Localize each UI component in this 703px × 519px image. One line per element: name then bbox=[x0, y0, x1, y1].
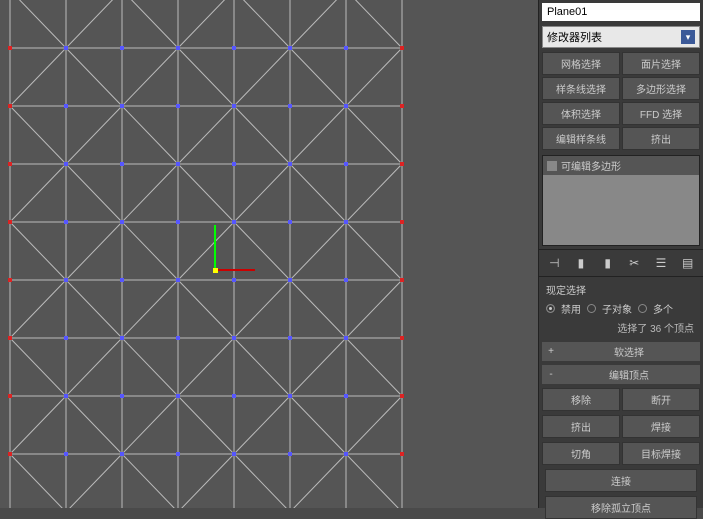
make-unique-icon[interactable]: ▮ bbox=[599, 254, 617, 272]
edit-row-3: 切角 目标焊接 bbox=[539, 440, 703, 467]
selection-info: 选择了 36 个顶点 bbox=[542, 318, 700, 337]
rollout-edit-vertices[interactable]: - 编辑顶点 bbox=[542, 365, 700, 384]
break-button[interactable]: 断开 bbox=[622, 388, 700, 411]
modifier-button-3[interactable]: 多边形选择 bbox=[622, 77, 700, 100]
modifier-button-6[interactable]: 编辑样条线 bbox=[542, 127, 620, 150]
chevron-down-icon: ▾ bbox=[681, 30, 695, 44]
mesh-wireframe bbox=[0, 0, 538, 508]
show-end-result-icon[interactable]: ▮ bbox=[572, 254, 590, 272]
rollout-sign: + bbox=[546, 346, 556, 357]
edit-row-1: 移除 断开 bbox=[539, 386, 703, 413]
modifier-button-grid: 网格选择面片选择样条线选择多边形选择体积选择FFD 选择编辑样条线挤出 bbox=[539, 50, 703, 152]
configure-icon[interactable]: ▤ bbox=[679, 254, 697, 272]
modifier-button-4[interactable]: 体积选择 bbox=[542, 102, 620, 125]
stack-tools-row: ⊣ ▮ ▮ ✂ ☰ ▤ bbox=[539, 249, 703, 277]
remove-button[interactable]: 移除 bbox=[542, 388, 620, 411]
pin-stack-icon[interactable]: ⊣ bbox=[545, 254, 563, 272]
selection-section: 现定选择 禁用 子对象 多个 选择了 36 个顶点 bbox=[542, 280, 700, 337]
modifier-list-dropdown[interactable]: 修改器列表 ▾ bbox=[542, 26, 700, 48]
modifier-button-0[interactable]: 网格选择 bbox=[542, 52, 620, 75]
selection-radios: 禁用 子对象 多个 bbox=[542, 299, 700, 318]
selection-title: 现定选择 bbox=[542, 280, 700, 299]
modifier-button-5[interactable]: FFD 选择 bbox=[622, 102, 700, 125]
stack-item[interactable]: 可编辑多边形 bbox=[543, 156, 699, 175]
radio-multiple-label: 多个 bbox=[653, 301, 673, 316]
radio-subobject-label: 子对象 bbox=[602, 301, 632, 316]
object-name-field[interactable]: Plane01 bbox=[542, 3, 700, 21]
rollout-soft-selection[interactable]: + 软选择 bbox=[542, 342, 700, 361]
radio-multiple[interactable] bbox=[638, 304, 647, 313]
chamfer-button[interactable]: 切角 bbox=[542, 442, 620, 465]
rollout-sign: - bbox=[546, 369, 556, 380]
remove-modifier-icon[interactable]: ✂ bbox=[625, 254, 643, 272]
modify-panel: Plane01 修改器列表 ▾ 网格选择面片选择样条线选择多边形选择体积选择FF… bbox=[538, 0, 703, 508]
stack-body bbox=[543, 175, 699, 245]
target-weld-button[interactable]: 目标焊接 bbox=[622, 442, 700, 465]
weld-button[interactable]: 焊接 bbox=[622, 415, 700, 438]
modifier-button-2[interactable]: 样条线选择 bbox=[542, 77, 620, 100]
viewport[interactable] bbox=[0, 0, 538, 508]
radio-disable-label: 禁用 bbox=[561, 301, 581, 316]
modifier-stack[interactable]: 可编辑多边形 bbox=[542, 155, 700, 246]
configure-sets-icon[interactable]: ☰ bbox=[652, 254, 670, 272]
modifier-button-7[interactable]: 挤出 bbox=[622, 127, 700, 150]
stack-expand-icon bbox=[547, 161, 557, 171]
rollout-label: 编辑顶点 bbox=[562, 367, 696, 382]
radio-disable[interactable] bbox=[546, 304, 555, 313]
modifier-button-1[interactable]: 面片选择 bbox=[622, 52, 700, 75]
radio-subobject[interactable] bbox=[587, 304, 596, 313]
connect-button[interactable]: 连接 bbox=[545, 469, 697, 492]
edit-row-2: 挤出 焊接 bbox=[539, 413, 703, 440]
stack-item-label: 可编辑多边形 bbox=[561, 158, 621, 173]
modifier-list-label: 修改器列表 bbox=[547, 29, 602, 45]
extrude-button[interactable]: 挤出 bbox=[542, 415, 620, 438]
rollout-label: 软选择 bbox=[562, 344, 696, 359]
